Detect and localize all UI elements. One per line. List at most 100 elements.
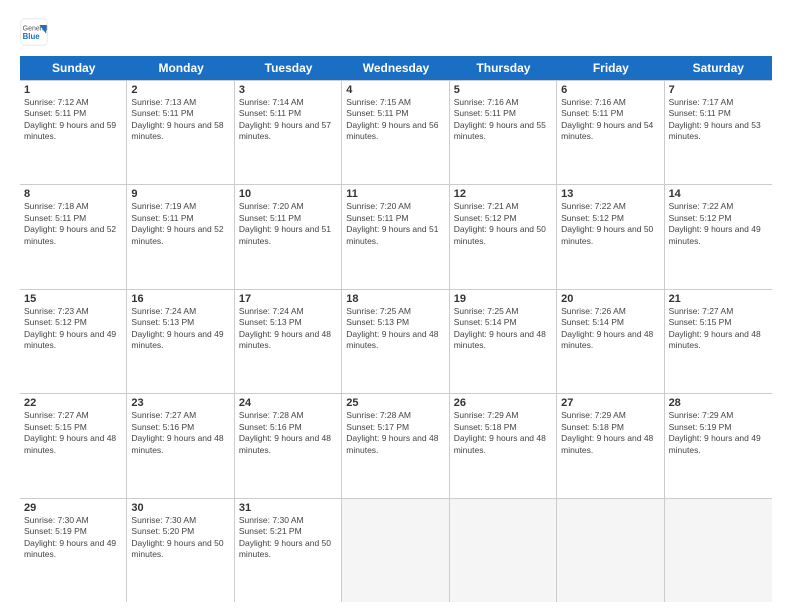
day-info: Sunrise: 7:20 AMSunset: 5:11 PMDaylight:…	[239, 201, 337, 247]
week-row-3: 8Sunrise: 7:18 AMSunset: 5:11 PMDaylight…	[20, 185, 772, 289]
day-number: 15	[24, 293, 122, 305]
day-cell-7: 7Sunrise: 7:17 AMSunset: 5:11 PMDaylight…	[665, 81, 772, 184]
empty-cell	[665, 499, 772, 602]
header-day-tuesday: Tuesday	[235, 56, 342, 80]
day-number: 30	[131, 502, 229, 514]
day-info: Sunrise: 7:23 AMSunset: 5:12 PMDaylight:…	[24, 306, 122, 352]
day-number: 16	[131, 293, 229, 305]
day-info: Sunrise: 7:29 AMSunset: 5:18 PMDaylight:…	[561, 410, 659, 456]
day-number: 20	[561, 293, 659, 305]
day-number: 22	[24, 397, 122, 409]
day-info: Sunrise: 7:30 AMSunset: 5:21 PMDaylight:…	[239, 515, 337, 561]
day-info: Sunrise: 7:27 AMSunset: 5:15 PMDaylight:…	[669, 306, 768, 352]
day-cell-9: 9Sunrise: 7:19 AMSunset: 5:11 PMDaylight…	[127, 185, 234, 288]
day-info: Sunrise: 7:19 AMSunset: 5:11 PMDaylight:…	[131, 201, 229, 247]
day-cell-29: 29Sunrise: 7:30 AMSunset: 5:19 PMDayligh…	[20, 499, 127, 602]
calendar-page: General Blue SundayMondayTuesdayWednesda…	[0, 0, 792, 612]
day-info: Sunrise: 7:20 AMSunset: 5:11 PMDaylight:…	[346, 201, 444, 247]
empty-cell	[450, 499, 557, 602]
day-cell-16: 16Sunrise: 7:24 AMSunset: 5:13 PMDayligh…	[127, 290, 234, 393]
day-number: 7	[669, 84, 768, 96]
day-number: 23	[131, 397, 229, 409]
day-cell-26: 26Sunrise: 7:29 AMSunset: 5:18 PMDayligh…	[450, 394, 557, 497]
day-cell-1: 1Sunrise: 7:12 AMSunset: 5:11 PMDaylight…	[20, 81, 127, 184]
day-cell-23: 23Sunrise: 7:27 AMSunset: 5:16 PMDayligh…	[127, 394, 234, 497]
day-number: 21	[669, 293, 768, 305]
day-info: Sunrise: 7:28 AMSunset: 5:17 PMDaylight:…	[346, 410, 444, 456]
day-info: Sunrise: 7:24 AMSunset: 5:13 PMDaylight:…	[239, 306, 337, 352]
day-cell-18: 18Sunrise: 7:25 AMSunset: 5:13 PMDayligh…	[342, 290, 449, 393]
day-cell-30: 30Sunrise: 7:30 AMSunset: 5:20 PMDayligh…	[127, 499, 234, 602]
svg-text:Blue: Blue	[23, 32, 41, 41]
header-day-friday: Friday	[557, 56, 664, 80]
header-day-monday: Monday	[127, 56, 234, 80]
day-number: 11	[346, 188, 444, 200]
day-number: 28	[669, 397, 768, 409]
day-number: 5	[454, 84, 552, 96]
day-number: 3	[239, 84, 337, 96]
day-info: Sunrise: 7:17 AMSunset: 5:11 PMDaylight:…	[669, 97, 768, 143]
day-cell-24: 24Sunrise: 7:28 AMSunset: 5:16 PMDayligh…	[235, 394, 342, 497]
header-day-thursday: Thursday	[450, 56, 557, 80]
day-number: 17	[239, 293, 337, 305]
day-info: Sunrise: 7:27 AMSunset: 5:16 PMDaylight:…	[131, 410, 229, 456]
day-cell-13: 13Sunrise: 7:22 AMSunset: 5:12 PMDayligh…	[557, 185, 664, 288]
week-row-6: 29Sunrise: 7:30 AMSunset: 5:19 PMDayligh…	[20, 499, 772, 602]
day-cell-15: 15Sunrise: 7:23 AMSunset: 5:12 PMDayligh…	[20, 290, 127, 393]
empty-cell	[342, 499, 449, 602]
day-number: 10	[239, 188, 337, 200]
day-cell-2: 2Sunrise: 7:13 AMSunset: 5:11 PMDaylight…	[127, 81, 234, 184]
day-info: Sunrise: 7:21 AMSunset: 5:12 PMDaylight:…	[454, 201, 552, 247]
day-info: Sunrise: 7:15 AMSunset: 5:11 PMDaylight:…	[346, 97, 444, 143]
day-info: Sunrise: 7:25 AMSunset: 5:13 PMDaylight:…	[346, 306, 444, 352]
day-info: Sunrise: 7:27 AMSunset: 5:15 PMDaylight:…	[24, 410, 122, 456]
day-cell-12: 12Sunrise: 7:21 AMSunset: 5:12 PMDayligh…	[450, 185, 557, 288]
day-info: Sunrise: 7:26 AMSunset: 5:14 PMDaylight:…	[561, 306, 659, 352]
day-info: Sunrise: 7:22 AMSunset: 5:12 PMDaylight:…	[561, 201, 659, 247]
calendar-header: SundayMondayTuesdayWednesdayThursdayFrid…	[20, 56, 772, 80]
day-number: 8	[24, 188, 122, 200]
day-info: Sunrise: 7:30 AMSunset: 5:20 PMDaylight:…	[131, 515, 229, 561]
day-info: Sunrise: 7:30 AMSunset: 5:19 PMDaylight:…	[24, 515, 122, 561]
header: General Blue	[20, 18, 772, 46]
calendar: SundayMondayTuesdayWednesdayThursdayFrid…	[20, 56, 772, 602]
day-cell-10: 10Sunrise: 7:20 AMSunset: 5:11 PMDayligh…	[235, 185, 342, 288]
day-number: 19	[454, 293, 552, 305]
day-number: 26	[454, 397, 552, 409]
day-number: 18	[346, 293, 444, 305]
day-cell-8: 8Sunrise: 7:18 AMSunset: 5:11 PMDaylight…	[20, 185, 127, 288]
day-info: Sunrise: 7:24 AMSunset: 5:13 PMDaylight:…	[131, 306, 229, 352]
day-info: Sunrise: 7:16 AMSunset: 5:11 PMDaylight:…	[454, 97, 552, 143]
day-number: 13	[561, 188, 659, 200]
day-cell-31: 31Sunrise: 7:30 AMSunset: 5:21 PMDayligh…	[235, 499, 342, 602]
day-cell-3: 3Sunrise: 7:14 AMSunset: 5:11 PMDaylight…	[235, 81, 342, 184]
day-cell-27: 27Sunrise: 7:29 AMSunset: 5:18 PMDayligh…	[557, 394, 664, 497]
day-info: Sunrise: 7:12 AMSunset: 5:11 PMDaylight:…	[24, 97, 122, 143]
week-row-4: 15Sunrise: 7:23 AMSunset: 5:12 PMDayligh…	[20, 290, 772, 394]
day-cell-4: 4Sunrise: 7:15 AMSunset: 5:11 PMDaylight…	[342, 81, 449, 184]
day-info: Sunrise: 7:22 AMSunset: 5:12 PMDaylight:…	[669, 201, 768, 247]
calendar-body: 1Sunrise: 7:12 AMSunset: 5:11 PMDaylight…	[20, 80, 772, 602]
day-cell-21: 21Sunrise: 7:27 AMSunset: 5:15 PMDayligh…	[665, 290, 772, 393]
day-cell-14: 14Sunrise: 7:22 AMSunset: 5:12 PMDayligh…	[665, 185, 772, 288]
day-cell-19: 19Sunrise: 7:25 AMSunset: 5:14 PMDayligh…	[450, 290, 557, 393]
day-info: Sunrise: 7:28 AMSunset: 5:16 PMDaylight:…	[239, 410, 337, 456]
day-cell-11: 11Sunrise: 7:20 AMSunset: 5:11 PMDayligh…	[342, 185, 449, 288]
day-info: Sunrise: 7:25 AMSunset: 5:14 PMDaylight:…	[454, 306, 552, 352]
day-info: Sunrise: 7:29 AMSunset: 5:18 PMDaylight:…	[454, 410, 552, 456]
day-cell-22: 22Sunrise: 7:27 AMSunset: 5:15 PMDayligh…	[20, 394, 127, 497]
header-day-saturday: Saturday	[665, 56, 772, 80]
day-number: 6	[561, 84, 659, 96]
day-cell-6: 6Sunrise: 7:16 AMSunset: 5:11 PMDaylight…	[557, 81, 664, 184]
week-row-2: 1Sunrise: 7:12 AMSunset: 5:11 PMDaylight…	[20, 81, 772, 185]
day-cell-5: 5Sunrise: 7:16 AMSunset: 5:11 PMDaylight…	[450, 81, 557, 184]
day-cell-20: 20Sunrise: 7:26 AMSunset: 5:14 PMDayligh…	[557, 290, 664, 393]
day-number: 25	[346, 397, 444, 409]
day-number: 24	[239, 397, 337, 409]
day-info: Sunrise: 7:29 AMSunset: 5:19 PMDaylight:…	[669, 410, 768, 456]
day-info: Sunrise: 7:14 AMSunset: 5:11 PMDaylight:…	[239, 97, 337, 143]
header-day-sunday: Sunday	[20, 56, 127, 80]
logo: General Blue	[20, 18, 48, 46]
day-info: Sunrise: 7:16 AMSunset: 5:11 PMDaylight:…	[561, 97, 659, 143]
day-info: Sunrise: 7:13 AMSunset: 5:11 PMDaylight:…	[131, 97, 229, 143]
